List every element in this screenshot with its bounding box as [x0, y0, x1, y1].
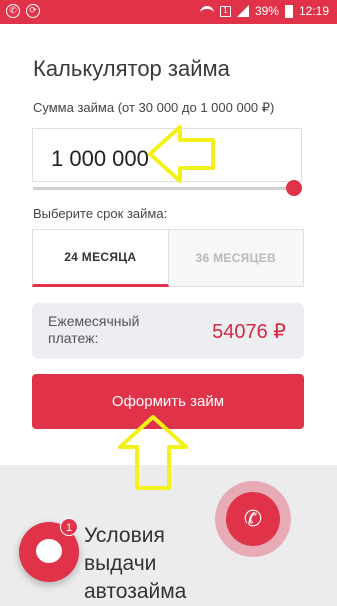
payment-value: 54076 ₽: [212, 321, 286, 343]
wifi-icon: [199, 6, 214, 16]
monthly-payment-box: Ежемесячный платеж: 54076 ₽: [32, 303, 304, 359]
sum-label: Сумма займа (от 30 000 до 1 000 000 ₽): [33, 100, 275, 115]
whatsapp-icon: ✆: [6, 4, 20, 18]
arrow-left-icon: [148, 125, 215, 183]
signal-icon: [236, 5, 249, 17]
battery-percent: 39%: [254, 4, 279, 18]
sum-slider-thumb[interactable]: [286, 180, 302, 196]
term-tabs: 24 МЕСЯЦА 36 МЕСЯЦЕВ: [32, 229, 304, 287]
phone-icon[interactable]: ✆: [226, 492, 280, 546]
payment-label: Ежемесячный платеж:: [48, 313, 140, 346]
page-title: Калькулятор займа: [33, 56, 230, 81]
chat-badge: 1: [60, 518, 78, 536]
status-bar: ✆ ⟳ 1 39% 12:19: [0, 0, 337, 24]
tab-24-months[interactable]: 24 МЕСЯЦА: [32, 229, 169, 287]
term-label: Выберите срок займа:: [33, 206, 168, 221]
clock: 12:19: [298, 4, 329, 18]
sum-slider-track[interactable]: [33, 187, 295, 190]
chat-icon: [36, 539, 62, 563]
sync-icon: ⟳: [26, 4, 40, 18]
tab-36-months[interactable]: 36 МЕСЯЦЕВ: [168, 229, 304, 287]
conditions-heading: Условия выдачи автозайма: [84, 524, 187, 603]
battery-icon: [284, 4, 293, 18]
sim-icon: 1: [219, 5, 231, 17]
arrow-up-icon: [118, 415, 188, 490]
